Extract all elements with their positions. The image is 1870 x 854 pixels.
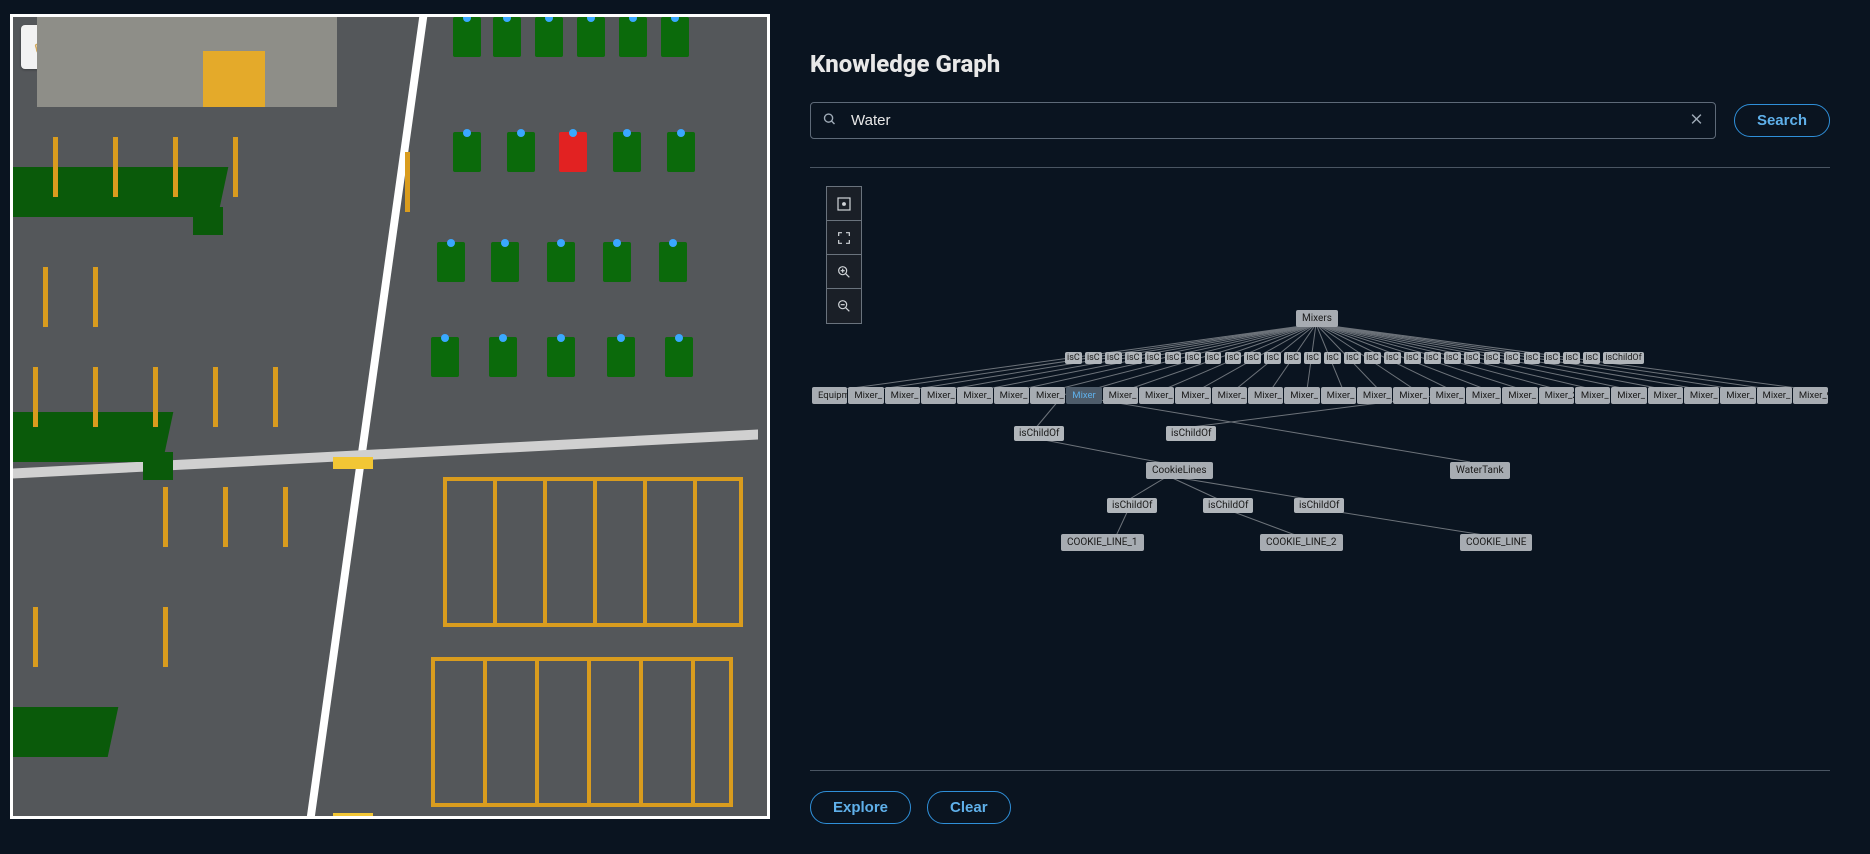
graph-edge: isC xyxy=(1304,352,1321,364)
graph-node-mixer[interactable]: Mixer_ xyxy=(1139,387,1174,404)
highlighted-machine xyxy=(559,132,587,172)
search-icon xyxy=(822,111,837,130)
graph-edge: isC xyxy=(1563,352,1580,364)
graph-edge: isChildOf xyxy=(1014,426,1064,441)
graph-node-mixer[interactable]: Mixer_ xyxy=(1430,387,1465,404)
graph-node-mixer[interactable]: Mixer_ xyxy=(1466,387,1501,404)
graph-node-line[interactable]: COOKIE_LINE_1 xyxy=(1061,534,1144,551)
graph-node-mixer[interactable]: Mixer_ xyxy=(957,387,992,404)
graph-node-mixer[interactable]: Mixer_ xyxy=(1248,387,1283,404)
graph-edge: isC xyxy=(1364,352,1381,364)
graph-node-line[interactable]: COOKIE_LINE_2 xyxy=(1260,534,1343,551)
explore-button[interactable]: Explore xyxy=(810,791,911,824)
graph-node-mixer[interactable]: Mixer_ xyxy=(921,387,956,404)
graph-node-mixer[interactable]: Mixer_ xyxy=(1720,387,1755,404)
search-button[interactable]: Search xyxy=(1734,104,1830,137)
mixer-row: EquipmMixer_Mixer_Mixer_Mixer_Mixer_Mixe… xyxy=(810,387,1830,404)
viewport-3d[interactable]: › xyxy=(10,14,770,819)
graph-node-mixer[interactable]: Mixer_ xyxy=(1175,387,1210,404)
graph-node-mixer[interactable]: Mixer_ xyxy=(848,387,883,404)
floor-marker xyxy=(333,457,373,469)
graph-edges xyxy=(810,180,1830,770)
graph-edge: isC xyxy=(1544,352,1561,364)
graph-edge: isC xyxy=(1444,352,1461,364)
graph-edge: isC xyxy=(1264,352,1281,364)
graph-edge: isC xyxy=(1065,352,1082,364)
graph-edge: isC xyxy=(1244,352,1261,364)
graph-edge: isC xyxy=(1185,352,1202,364)
graph-node-cookielines[interactable]: CookieLines xyxy=(1146,462,1213,479)
graph-node-mixer[interactable]: Equipm xyxy=(812,387,847,404)
graph-node-mixer[interactable]: Mixer_ xyxy=(1684,387,1719,404)
graph-node-mixer[interactable]: Mixer_ xyxy=(1393,387,1428,404)
graph-node-mixer[interactable]: Mixer_ xyxy=(1284,387,1319,404)
panel-title: Knowledge Graph xyxy=(810,50,1830,78)
graph-node-mixer[interactable]: Mixer_ xyxy=(1103,387,1138,404)
graph-node-root[interactable]: Mixers xyxy=(1296,310,1338,327)
graph-edge: isC xyxy=(1464,352,1481,364)
search-field-wrap xyxy=(810,102,1716,139)
graph-node-mixer[interactable]: Mixer_ xyxy=(1611,387,1646,404)
graph-edge: isC xyxy=(1504,352,1521,364)
graph-edge: isC xyxy=(1105,352,1122,364)
graph-node-mixer[interactable]: Mixer_ xyxy=(994,387,1029,404)
graph-node-mixer[interactable]: Mixer_ xyxy=(1030,387,1065,404)
graph-node-mixer[interactable]: Mixer_ xyxy=(1502,387,1537,404)
graph-edge: isC xyxy=(1404,352,1421,364)
floor-marker xyxy=(333,813,373,819)
graph-node-mixer[interactable]: Mixer_ xyxy=(1357,387,1392,404)
graph-node-mixer[interactable]: Mixer_ xyxy=(1321,387,1356,404)
graph-edge: isChildOf xyxy=(1603,352,1643,364)
divider xyxy=(810,167,1830,168)
graph-edge: isC xyxy=(1324,352,1341,364)
graph-node-mixer[interactable]: Mixer_ xyxy=(1648,387,1683,404)
aisle xyxy=(307,17,427,817)
action-row: Explore Clear xyxy=(810,791,1830,824)
graph-node-mixer[interactable]: Mixer xyxy=(1066,387,1101,404)
graph-edge: isC xyxy=(1145,352,1162,364)
graph-edge: isC xyxy=(1583,352,1600,364)
graph-edge: isC xyxy=(1225,352,1242,364)
graph-edge: isC xyxy=(1484,352,1501,364)
knowledge-graph-panel: Knowledge Graph Search xyxy=(770,0,1870,854)
graph-edge: isC xyxy=(1424,352,1441,364)
wall xyxy=(37,17,337,107)
edge-row: isCisCisCisCisCisCisCisCisCisCisCisCisCi… xyxy=(1065,352,1644,364)
graph-node-mixer[interactable]: Mixer_ xyxy=(1757,387,1792,404)
graph-edge: isChildOf xyxy=(1203,498,1253,513)
graph-edge: isChildOf xyxy=(1166,426,1216,441)
graph-edge: isC xyxy=(1284,352,1301,364)
graph-node-watertank[interactable]: WaterTank xyxy=(1450,462,1510,479)
graph-node-mixer[interactable]: Mixer_ xyxy=(1575,387,1610,404)
graph-node-mixer[interactable]: Mixer_2 xyxy=(1539,387,1574,404)
graph-edge: isC xyxy=(1085,352,1102,364)
graph-node-mixer[interactable]: Mixer_ xyxy=(1212,387,1247,404)
clear-icon[interactable] xyxy=(1689,111,1704,130)
search-input[interactable] xyxy=(810,102,1716,139)
graph-node-mixer[interactable]: Mixer_9 xyxy=(1793,387,1828,404)
graph-node-mixer[interactable]: Mixer_ xyxy=(885,387,920,404)
graph-canvas[interactable]: Mixers isCisCisCisCisCisCisCisCisCisCisC… xyxy=(810,180,1830,771)
graph-edge: isC xyxy=(1524,352,1541,364)
clear-button[interactable]: Clear xyxy=(927,791,1011,824)
graph-edge: isChildOf xyxy=(1107,498,1157,513)
graph-edge: isC xyxy=(1384,352,1401,364)
graph-edge: isC xyxy=(1125,352,1142,364)
search-row: Search xyxy=(810,102,1830,139)
doors xyxy=(203,51,265,107)
graph-node-line[interactable]: COOKIE_LINE xyxy=(1460,534,1532,551)
graph-edge: isC xyxy=(1165,352,1182,364)
graph-edge: isChildOf xyxy=(1294,498,1344,513)
graph-edge: isC xyxy=(1205,352,1222,364)
graph-edge: isC xyxy=(1344,352,1361,364)
